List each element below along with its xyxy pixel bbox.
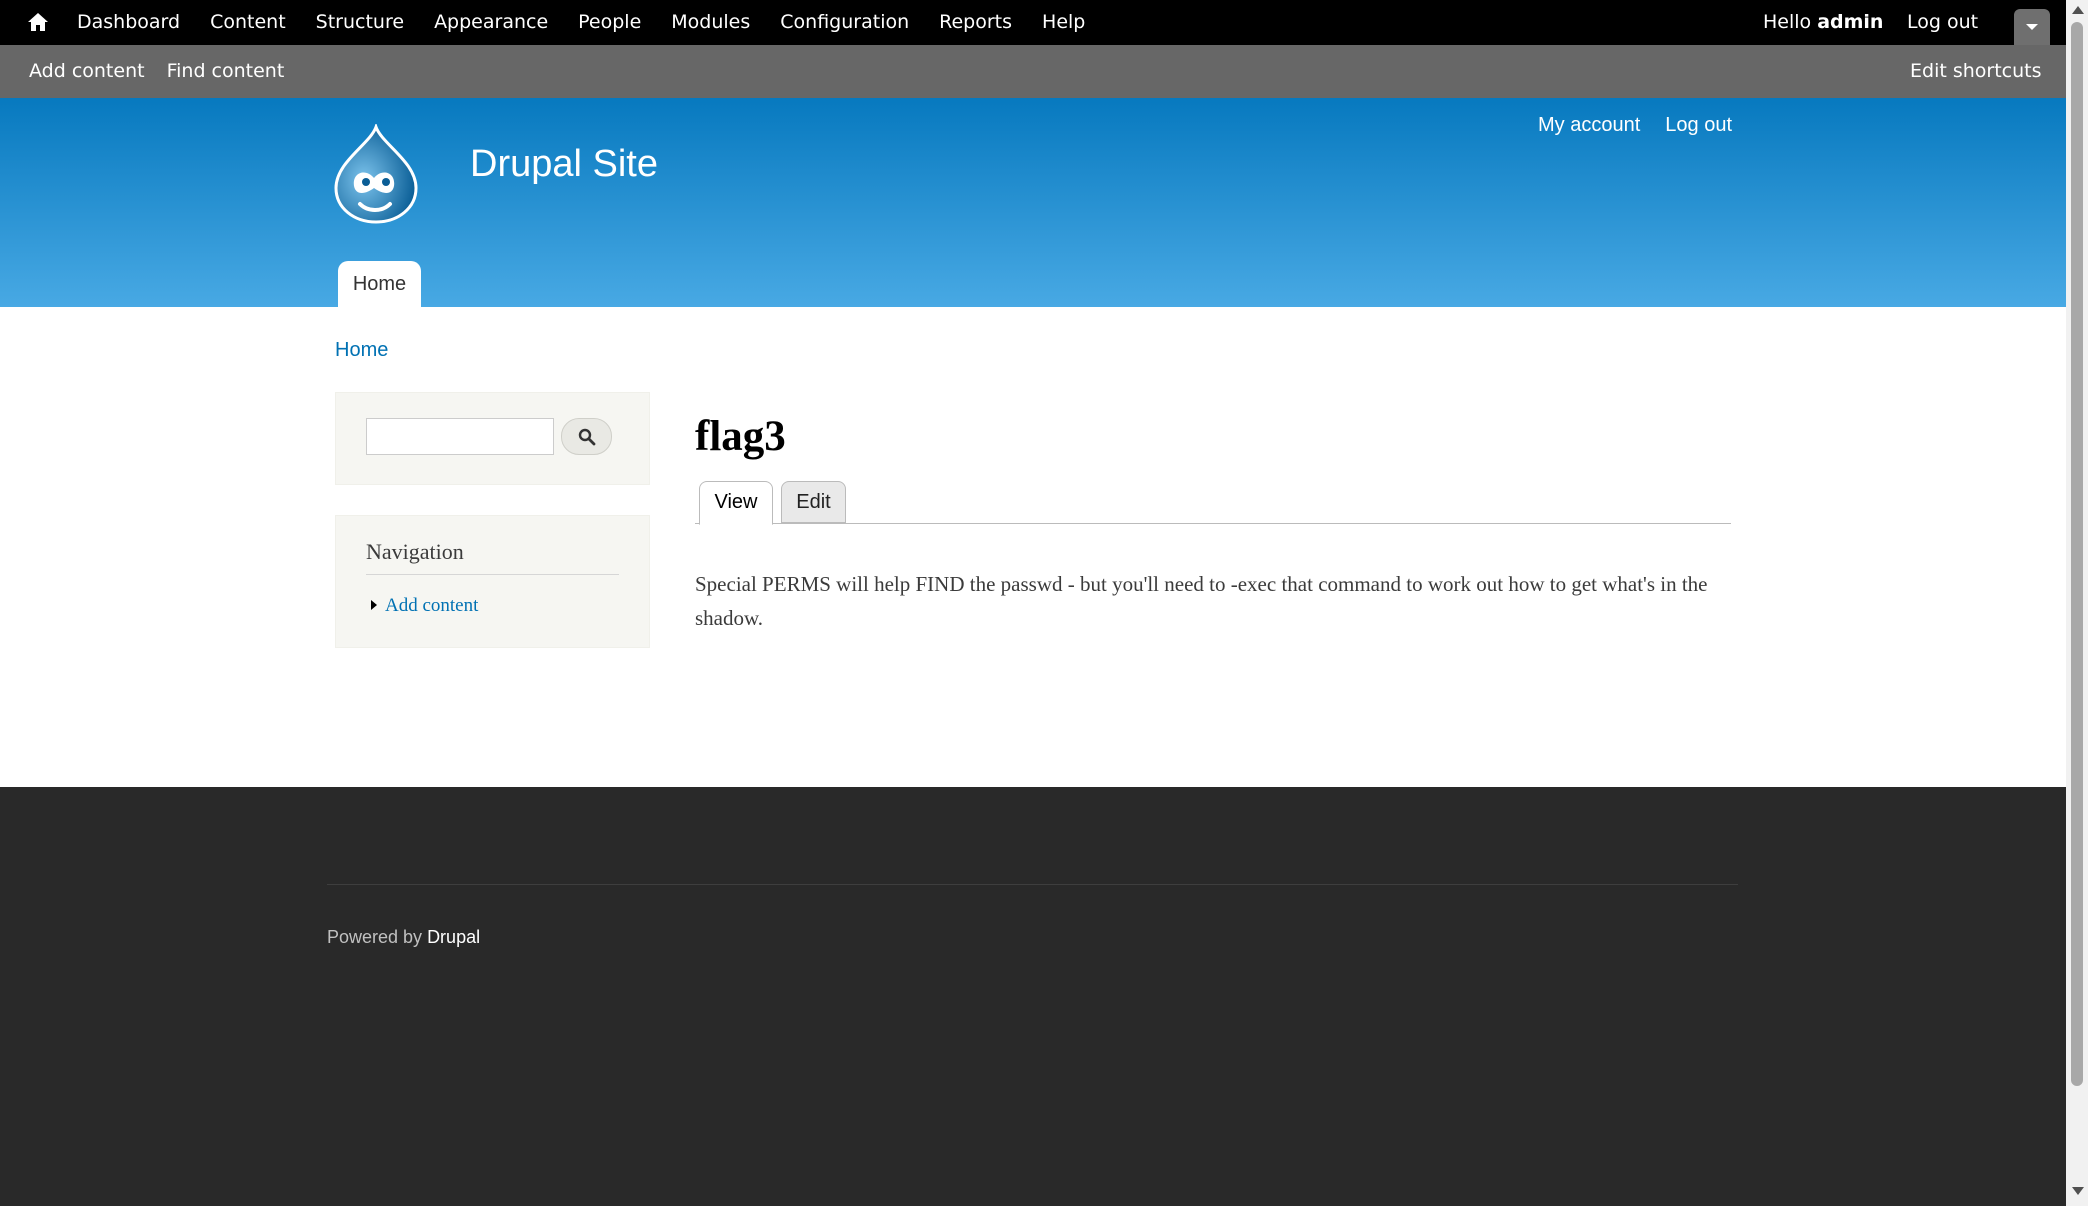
divider xyxy=(327,884,1738,885)
drupal-logo-icon[interactable] xyxy=(330,124,422,224)
site-footer: Powered by Drupal xyxy=(0,787,2066,1206)
navigation-title: Navigation xyxy=(366,539,464,564)
page-title: flag3 xyxy=(695,413,786,460)
divider xyxy=(366,574,619,575)
site-name[interactable]: Drupal Site xyxy=(470,143,658,186)
bullet-arrow-icon xyxy=(371,600,377,610)
header-logout-link[interactable]: Log out xyxy=(1665,114,1732,137)
tab-view[interactable]: View xyxy=(699,481,773,525)
node-body: Special PERMS will help FIND the passwd … xyxy=(695,572,1708,630)
greeting-prefix: Hello xyxy=(1763,11,1818,33)
admin-menu-help[interactable]: Help xyxy=(1027,0,1100,45)
shortcuts-drawer-toggle[interactable] xyxy=(2014,9,2050,45)
admin-menu-content[interactable]: Content xyxy=(195,0,301,45)
node-tabs: View Edit xyxy=(695,480,1731,525)
admin-menu-appearance[interactable]: Appearance xyxy=(419,0,563,45)
edit-shortcuts-link[interactable]: Edit shortcuts xyxy=(1910,45,2042,98)
main-menu-home-tab[interactable]: Home xyxy=(338,261,421,307)
powered-by: Powered by Drupal xyxy=(327,927,480,948)
home-icon[interactable] xyxy=(26,11,50,33)
powered-by-prefix: Powered by xyxy=(327,927,428,947)
secondary-menu: My account Log out xyxy=(1538,114,1757,137)
admin-menu-modules[interactable]: Modules xyxy=(656,0,765,45)
scroll-down-icon[interactable] xyxy=(2072,1187,2084,1195)
navigation-block: Navigation Add content xyxy=(335,515,650,648)
shortcuts-bar: Add content Find content Edit shortcuts xyxy=(0,45,2066,98)
chevron-down-icon xyxy=(2026,24,2038,30)
search-block xyxy=(335,392,650,485)
shortcut-add-content[interactable]: Add content xyxy=(18,45,156,98)
admin-toolbar: Dashboard Content Structure Appearance P… xyxy=(0,0,2066,45)
user-greeting: Hello admin xyxy=(1763,0,1883,45)
powered-by-drupal-link[interactable]: Drupal xyxy=(427,927,480,947)
scrollbar[interactable] xyxy=(2066,0,2088,1206)
admin-menu-dashboard[interactable]: Dashboard xyxy=(62,0,195,45)
scrollbar-thumb[interactable] xyxy=(2071,22,2083,1086)
search-icon xyxy=(578,428,596,446)
my-account-link[interactable]: My account xyxy=(1538,114,1640,137)
site-header: Drupal Site My account Log out Home xyxy=(0,98,2066,307)
username[interactable]: admin xyxy=(1817,11,1883,33)
shortcut-find-content[interactable]: Find content xyxy=(156,45,296,98)
scroll-up-icon[interactable] xyxy=(2072,6,2084,14)
toolbar-logout-link[interactable]: Log out xyxy=(1907,0,1978,45)
breadcrumb-home[interactable]: Home xyxy=(335,339,388,362)
admin-menu-reports[interactable]: Reports xyxy=(924,0,1027,45)
search-button[interactable] xyxy=(561,418,612,455)
nav-item-add-content[interactable]: Add content xyxy=(371,595,478,617)
admin-menu-configuration[interactable]: Configuration xyxy=(765,0,924,45)
admin-menu: Dashboard Content Structure Appearance P… xyxy=(62,0,1100,45)
tab-edit[interactable]: Edit xyxy=(781,481,846,523)
admin-menu-structure[interactable]: Structure xyxy=(301,0,419,45)
nav-item-label[interactable]: Add content xyxy=(385,595,478,616)
admin-menu-people[interactable]: People xyxy=(563,0,656,45)
search-input[interactable] xyxy=(366,418,554,455)
